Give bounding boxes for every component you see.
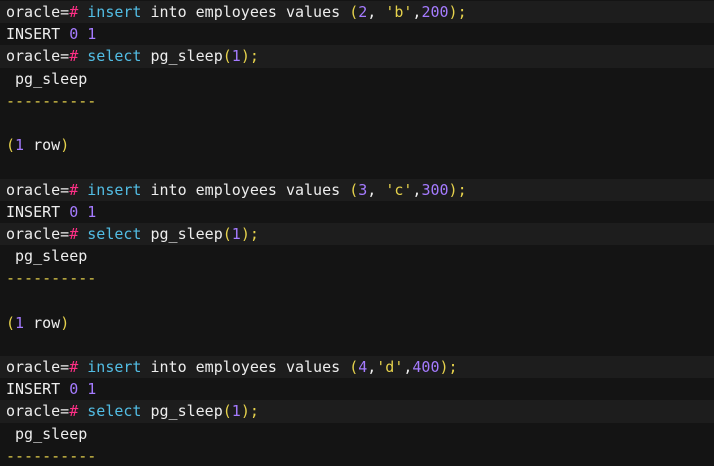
row-count: 1 <box>15 136 25 155</box>
close-paren: ) <box>240 47 250 66</box>
value-id: 2 <box>358 3 368 21</box>
value-id: 3 <box>358 180 368 199</box>
semicolon: ; <box>448 358 458 376</box>
prompt-hash: # <box>69 3 79 21</box>
sql-text: into employees values <box>141 358 350 376</box>
separator: , <box>367 3 386 21</box>
function-arg: 1 <box>231 47 241 66</box>
function-name: pg_sleep <box>141 402 223 421</box>
function-arg: 1 <box>231 402 241 421</box>
value-id: 4 <box>358 358 368 376</box>
close-paren: ) <box>448 3 458 21</box>
result-count: 1 <box>78 380 97 399</box>
prompt-hash: # <box>69 358 79 376</box>
terminal-window[interactable]: oracle=# insert into employees values (2… <box>0 0 714 466</box>
insert-command-line: oracle=# insert into employees values (3… <box>0 178 714 201</box>
insert-result-line: INSERT 0 1 <box>0 201 714 223</box>
row-word: row <box>24 313 61 332</box>
open-paren: ( <box>222 47 232 66</box>
select-command-line: oracle=# select pg_sleep(1); <box>0 400 714 423</box>
column-separator: ---------- <box>6 91 97 110</box>
row-count-line: (1 row) <box>0 312 714 334</box>
close-paren: ) <box>60 313 70 332</box>
select-command-line: oracle=# select pg_sleep(1); <box>0 45 714 68</box>
open-paren: ( <box>349 358 359 376</box>
select-command-line: oracle=# select pg_sleep(1); <box>0 222 714 246</box>
sql-text: into employees values <box>141 3 350 21</box>
column-separator: ---------- <box>6 446 97 465</box>
open-paren: ( <box>6 313 16 332</box>
prompt-hash: # <box>69 224 79 243</box>
open-paren: ( <box>6 136 16 155</box>
row-count: 1 <box>15 313 25 332</box>
result-word: INSERT <box>6 380 70 399</box>
close-paren: ) <box>240 224 250 243</box>
result-word: INSERT <box>6 202 70 221</box>
value-amount: 300 <box>421 180 449 199</box>
function-arg: 1 <box>231 224 241 243</box>
close-paren: ) <box>60 136 70 155</box>
prompt: oracle= <box>6 47 70 66</box>
column-header: pg_sleep <box>6 424 88 443</box>
value-string: 'b' <box>385 3 413 21</box>
open-paren: ( <box>222 402 232 421</box>
column-header: pg_sleep <box>6 69 88 88</box>
prompt: oracle= <box>6 224 70 243</box>
result-word: INSERT <box>6 25 70 44</box>
prompt: oracle= <box>6 402 70 421</box>
separator: , <box>367 180 386 199</box>
semicolon: ; <box>249 47 259 66</box>
empty-line <box>0 156 714 178</box>
sql-keyword-select: select <box>87 47 142 66</box>
function-name: pg_sleep <box>141 47 223 66</box>
function-name: pg_sleep <box>141 224 223 243</box>
semicolon: ; <box>249 402 259 421</box>
prompt-hash: # <box>69 47 79 66</box>
open-paren: ( <box>349 180 359 199</box>
prompt: oracle= <box>6 180 70 199</box>
empty-line <box>0 334 714 356</box>
sql-text: into employees values <box>141 180 350 199</box>
insert-result-line: INSERT 0 1 <box>0 378 714 400</box>
result-oid: 0 <box>69 25 79 44</box>
sql-keyword-select: select <box>87 224 142 243</box>
sql-keyword-insert: insert <box>87 358 142 376</box>
open-paren: ( <box>349 3 359 21</box>
prompt-hash: # <box>69 402 79 421</box>
insert-command-line: oracle=# insert into employees values (2… <box>0 1 714 24</box>
result-count: 1 <box>78 25 97 44</box>
value-string: 'c' <box>385 180 413 199</box>
sql-keyword-select: select <box>87 402 142 421</box>
value-amount: 400 <box>412 358 440 376</box>
value-string: 'd' <box>376 358 404 376</box>
prompt: oracle= <box>6 358 70 376</box>
semicolon: ; <box>249 224 259 243</box>
result-count: 1 <box>78 202 97 221</box>
sql-keyword-insert: insert <box>87 3 142 21</box>
row-word: row <box>24 136 61 155</box>
prompt: oracle= <box>6 3 70 21</box>
close-paren: ) <box>439 358 449 376</box>
result-oid: 0 <box>69 202 79 221</box>
sql-keyword-insert: insert <box>87 180 142 199</box>
column-header: pg_sleep <box>6 247 88 266</box>
result-oid: 0 <box>69 380 79 399</box>
column-separator: ---------- <box>6 269 97 288</box>
value-amount: 200 <box>421 3 449 21</box>
semicolon: ; <box>457 180 467 199</box>
empty-line <box>0 289 714 311</box>
close-paren: ) <box>240 402 250 421</box>
semicolon: ; <box>457 3 467 21</box>
insert-result-line: INSERT 0 1 <box>0 23 714 45</box>
open-paren: ( <box>222 224 232 243</box>
insert-command-line: oracle=# insert into employees values (4… <box>0 356 714 379</box>
close-paren: ) <box>448 180 458 199</box>
empty-line <box>0 112 714 134</box>
prompt-hash: # <box>69 180 79 199</box>
separator: , <box>367 358 377 376</box>
row-count-line: (1 row) <box>0 134 714 156</box>
